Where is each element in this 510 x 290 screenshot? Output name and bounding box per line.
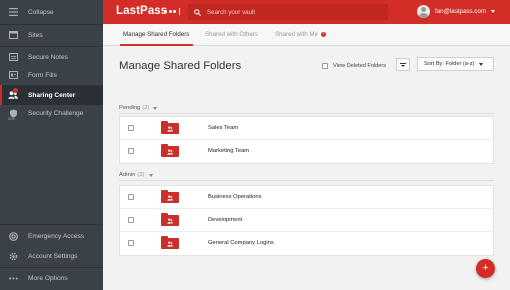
sidebar-item-label: Sites: [28, 31, 43, 39]
sidebar-item-label: Collapse: [28, 8, 54, 16]
folder-name: General Company Logins: [208, 240, 274, 246]
tab-manage-shared-folders[interactable]: Manage Shared Folders: [123, 31, 189, 38]
group-divider: [119, 180, 494, 181]
sidebar-item-label: Security Challenge: [28, 109, 84, 117]
group-label: Pending: [119, 105, 141, 111]
sort-label: Sort By: Folder (a-z): [424, 61, 475, 67]
collapse-all-icon: [400, 62, 406, 64]
notification-badge: [13, 88, 18, 93]
gear-icon: [8, 251, 18, 261]
view-deleted-label: View Deleted Folders: [333, 63, 387, 69]
chevron-down-icon: [148, 173, 153, 177]
sidebar: Collapse Sites Secure Notes Form Fills S…: [0, 0, 103, 290]
tab-bar: Manage Shared Folders Shared with Others…: [103, 24, 510, 46]
sidebar-item-security-challenge[interactable]: 61% Security Challenge: [0, 103, 103, 123]
tab-shared-with-others[interactable]: Shared with Others: [205, 31, 258, 38]
more-icon: [8, 273, 18, 283]
folder-row[interactable]: Business Operations: [120, 186, 493, 209]
folder-row[interactable]: General Company Logins: [120, 232, 493, 255]
security-score-label: 61%: [8, 117, 16, 121]
folder-name: Business Operations: [208, 194, 262, 200]
alert-badge-icon: !: [321, 32, 326, 37]
sidebar-item-label: Secure Notes: [28, 53, 68, 61]
collapse-icon: [8, 7, 18, 17]
folder-row[interactable]: Sales Team: [120, 117, 493, 140]
sidebar-item-form-fills[interactable]: Form Fills: [0, 65, 103, 85]
form-fills-icon: [8, 70, 18, 80]
group-header-admin[interactable]: Admin (3): [119, 172, 153, 178]
active-tab-indicator: [120, 44, 193, 46]
folder-name: Marketing Team: [208, 148, 250, 154]
sidebar-item-label: More Options: [28, 274, 68, 282]
group-count: (2): [142, 105, 150, 111]
row-checkbox[interactable]: [128, 194, 134, 200]
logo-dots-icon: [164, 8, 180, 15]
view-deleted-checkbox[interactable]: [322, 63, 328, 69]
search-icon: [194, 8, 201, 16]
folder-name: Sales Team: [208, 125, 239, 131]
sidebar-item-label: Account Settings: [28, 252, 78, 260]
search-input[interactable]: [207, 8, 357, 16]
emergency-icon: [8, 231, 18, 241]
chevron-down-icon: [479, 62, 484, 66]
page-title: Manage Shared Folders: [119, 60, 242, 72]
sidebar-item-secure-notes[interactable]: Secure Notes: [0, 47, 103, 67]
collapse-all-button[interactable]: [396, 58, 410, 71]
row-checkbox[interactable]: [128, 148, 134, 154]
shared-folder-icon: [161, 190, 179, 203]
user-email: fan@lastpass.com: [435, 8, 486, 15]
shared-folder-icon: [161, 236, 179, 249]
sidebar-item-emergency-access[interactable]: Emergency Access: [0, 226, 103, 246]
view-deleted-toggle[interactable]: View Deleted Folders: [322, 63, 386, 69]
tab-shared-with-me[interactable]: Shared with Me: [275, 31, 318, 38]
folder-list-admin: Business Operations Development General …: [119, 185, 494, 256]
folder-list-pending: Sales Team Marketing Team: [119, 116, 494, 164]
sidebar-item-label: Form Fills: [28, 71, 57, 79]
add-shared-folder-button[interactable]: +: [476, 259, 495, 278]
sidebar-divider: [0, 224, 103, 225]
main-content: Manage Shared Folders View Deleted Folde…: [103, 47, 510, 290]
folder-row[interactable]: Development: [120, 209, 493, 232]
search-box[interactable]: [188, 4, 388, 20]
row-checkbox[interactable]: [128, 217, 134, 223]
shared-folder-icon: [161, 144, 179, 157]
user-menu[interactable]: fan@lastpass.com: [417, 5, 495, 18]
avatar: [417, 5, 430, 18]
sidebar-item-account-settings[interactable]: Account Settings: [0, 246, 103, 266]
sidebar-item-label: Sharing Center: [28, 91, 76, 99]
sidebar-item-more-options[interactable]: More Options: [0, 268, 103, 288]
group-label: Admin: [119, 172, 136, 178]
row-checkbox[interactable]: [128, 240, 134, 246]
folder-row[interactable]: Marketing Team: [120, 140, 493, 163]
sidebar-item-sites[interactable]: Sites: [0, 25, 103, 45]
sort-dropdown[interactable]: Sort By: Folder (a-z): [417, 57, 494, 71]
chevron-down-icon: [153, 106, 158, 110]
sidebar-item-label: Emergency Access: [28, 232, 85, 240]
shared-folder-icon: [161, 121, 179, 134]
notes-icon: [8, 52, 18, 62]
top-bar: LastPass fan@lastpass.com: [103, 0, 510, 24]
folder-name: Development: [208, 217, 243, 223]
group-divider: [119, 113, 494, 114]
app-logo[interactable]: LastPass: [116, 5, 167, 17]
group-header-pending[interactable]: Pending (2): [119, 105, 158, 111]
sidebar-item-sharing-center[interactable]: Sharing Center: [0, 85, 103, 105]
sites-icon: [8, 30, 18, 40]
shared-folder-icon: [161, 213, 179, 226]
row-checkbox[interactable]: [128, 125, 134, 131]
chevron-down-icon: [491, 10, 495, 13]
sidebar-item-collapse[interactable]: Collapse: [0, 2, 103, 22]
group-count: (3): [137, 172, 145, 178]
